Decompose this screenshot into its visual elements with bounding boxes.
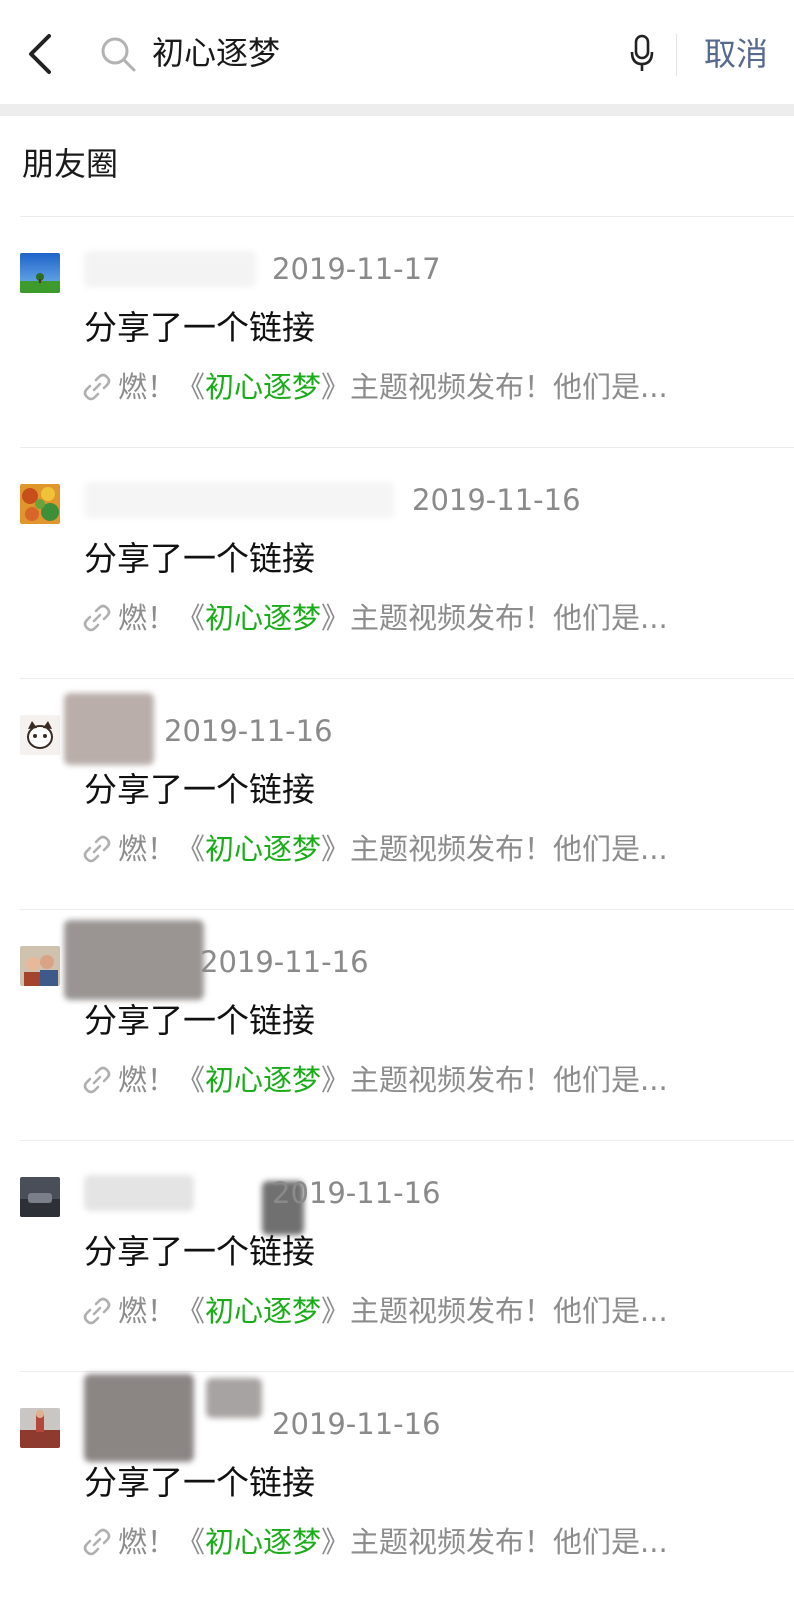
- header-divider: [676, 34, 677, 76]
- sender-name-redacted: [64, 693, 154, 765]
- link-icon: [83, 835, 111, 863]
- cancel-button[interactable]: 取消: [686, 28, 786, 80]
- shared-link[interactable]: 燃！《 初心逐梦 》主题视频发布！他们是...: [80, 365, 760, 409]
- post-date: 2019-11-16: [272, 1176, 441, 1210]
- link-text-prefix: 燃！《: [118, 370, 206, 404]
- avatar: [20, 715, 60, 755]
- link-text-highlight: 初心逐梦: [205, 832, 322, 866]
- avatar: [20, 484, 60, 524]
- link-text-highlight: 初心逐梦: [205, 1294, 322, 1328]
- post-date: 2019-11-16: [200, 945, 369, 979]
- search-input[interactable]: 初心逐梦: [152, 28, 280, 78]
- sender-name-redacted: [64, 920, 204, 1000]
- post-date: 2019-11-17: [272, 252, 441, 286]
- link-text-prefix: 燃！《: [118, 832, 206, 866]
- link-text-highlight: 初心逐梦: [205, 1525, 322, 1559]
- search-icon: [101, 37, 136, 72]
- shared-link[interactable]: 燃！《 初心逐梦 》主题视频发布！他们是...: [80, 827, 760, 871]
- link-icon: [83, 1066, 111, 1094]
- sender-name-redacted: [84, 1175, 194, 1211]
- sender-name-redacted: [84, 1374, 194, 1462]
- link-text-suffix: 》主题视频发布！他们是...: [321, 1525, 668, 1559]
- shared-link[interactable]: 燃！《 初心逐梦 》主题视频发布！他们是...: [80, 1058, 760, 1102]
- avatar: [20, 1408, 60, 1448]
- link-text-highlight: 初心逐梦: [205, 601, 322, 635]
- microphone-icon: [630, 34, 654, 71]
- section-title-moments: 朋友圈: [22, 145, 119, 183]
- avatar: [20, 946, 60, 986]
- link-text-suffix: 》主题视频发布！他们是...: [321, 1063, 668, 1097]
- link-text-prefix: 燃！《: [118, 1525, 206, 1559]
- avatar: [20, 253, 60, 293]
- post-date: 2019-11-16: [164, 714, 333, 748]
- sender-name-redacted: [206, 1378, 262, 1418]
- shared-link[interactable]: 燃！《 初心逐梦 》主题视频发布！他们是...: [80, 596, 760, 640]
- post-date: 2019-11-16: [412, 483, 581, 517]
- link-text-highlight: 初心逐梦: [205, 1063, 322, 1097]
- post-title: 分享了一个链接: [84, 539, 315, 578]
- link-icon: [83, 1528, 111, 1556]
- post-date: 2019-11-16: [272, 1407, 441, 1441]
- post-title: 分享了一个链接: [84, 770, 315, 809]
- moment-result-item[interactable]: 2019-11-16 分享了一个链接 燃！《 初心逐梦 》主题视频发布！他们是...: [0, 1372, 794, 1603]
- post-title: 分享了一个链接: [84, 308, 315, 347]
- shared-link[interactable]: 燃！《 初心逐梦 》主题视频发布！他们是...: [80, 1289, 760, 1333]
- sender-name-redacted: [84, 251, 256, 287]
- link-text-highlight: 初心逐梦: [205, 370, 322, 404]
- post-title: 分享了一个链接: [84, 1232, 315, 1271]
- link-icon: [83, 1297, 111, 1325]
- moment-result-item[interactable]: 2019-11-16 分享了一个链接 燃！《 初心逐梦 》主题视频发布！他们是...: [0, 448, 794, 679]
- moment-result-item[interactable]: 2019-11-17 分享了一个链接 燃！《 初心逐梦 》主题视频发布！他们是...: [0, 217, 794, 448]
- chevron-left-icon: [29, 34, 51, 74]
- voice-input-button[interactable]: [622, 30, 662, 78]
- shared-link[interactable]: 燃！《 初心逐梦 》主题视频发布！他们是...: [80, 1520, 760, 1564]
- link-text-suffix: 》主题视频发布！他们是...: [321, 370, 668, 404]
- link-icon: [83, 373, 111, 401]
- link-text-suffix: 》主题视频发布！他们是...: [321, 1294, 668, 1328]
- link-text-prefix: 燃！《: [118, 1063, 206, 1097]
- link-icon: [83, 604, 111, 632]
- link-text-suffix: 》主题视频发布！他们是...: [321, 832, 668, 866]
- moments-result-list: 2019-11-17 分享了一个链接 燃！《 初心逐梦 》主题视频发布！他们是...: [0, 217, 794, 1603]
- back-button[interactable]: [12, 22, 68, 86]
- sender-name-redacted: [84, 482, 394, 518]
- search-header: 初心逐梦 取消: [0, 0, 794, 104]
- post-title: 分享了一个链接: [84, 1463, 315, 1502]
- moment-result-item[interactable]: 2019-11-16 分享了一个链接 燃！《 初心逐梦 》主题视频发布！他们是...: [0, 679, 794, 910]
- moment-result-item[interactable]: 2019-11-16 分享了一个链接 燃！《 初心逐梦 》主题视频发布！他们是...: [0, 1141, 794, 1372]
- link-text-prefix: 燃！《: [118, 1294, 206, 1328]
- link-text-suffix: 》主题视频发布！他们是...: [321, 601, 668, 635]
- avatar: [20, 1177, 60, 1217]
- header-separator: [0, 104, 794, 116]
- post-title: 分享了一个链接: [84, 1001, 315, 1040]
- moment-result-item[interactable]: 2019-11-16 分享了一个链接 燃！《 初心逐梦 》主题视频发布！他们是...: [0, 910, 794, 1141]
- link-text-prefix: 燃！《: [118, 601, 206, 635]
